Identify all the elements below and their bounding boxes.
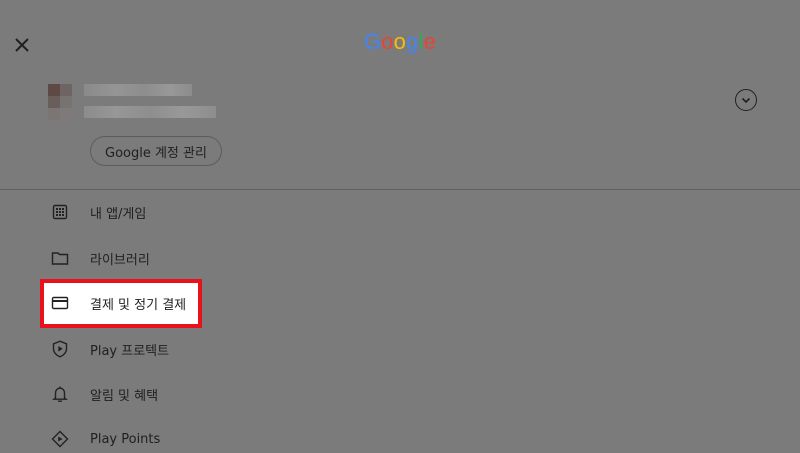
menu-item-my-apps[interactable]: 내 앱/게임 [48,198,146,226]
credit-card-icon [48,291,72,315]
divider [0,189,800,190]
menu-item-label: Play Points [90,431,161,447]
avatar [48,84,72,120]
menu-item-payments[interactable]: 결제 및 정기 결제 [48,289,186,317]
logo-letter: G [363,29,382,54]
logo-letter: g [406,29,419,54]
logo-letter: e [423,29,437,54]
folder-icon [48,246,72,270]
menu-item-label: 라이브러리 [90,252,150,268]
shield-play-icon [48,337,72,361]
menu-item-notifications-offers[interactable]: 알림 및 혜택 [48,380,158,408]
account-email-redacted [84,106,216,118]
logo-letter: o [381,29,394,54]
logo-letter: o [393,29,407,54]
menu-item-label: 알림 및 혜택 [90,388,159,404]
menu-item-label: 결제 및 정기 결제 [90,297,187,313]
bell-icon [48,382,72,406]
menu-item-label: Play 프로텍트 [90,343,170,359]
expand-accounts-button[interactable] [735,89,757,111]
menu-item-library[interactable]: 라이브러리 [48,244,150,272]
chevron-down-icon [741,97,751,104]
menu-item-label: 내 앱/게임 [90,206,147,222]
menu-item-play-points[interactable]: Play Points [48,425,160,453]
grid-icon [48,200,72,224]
manage-account-label: Google 계정 관리 [105,145,207,161]
account-name-redacted [84,84,192,96]
google-logo: Google [0,29,800,55]
menu-item-play-protect[interactable]: Play 프로텍트 [48,335,169,363]
diamond-icon [48,427,72,451]
manage-account-button[interactable]: Google 계정 관리 [90,136,222,166]
